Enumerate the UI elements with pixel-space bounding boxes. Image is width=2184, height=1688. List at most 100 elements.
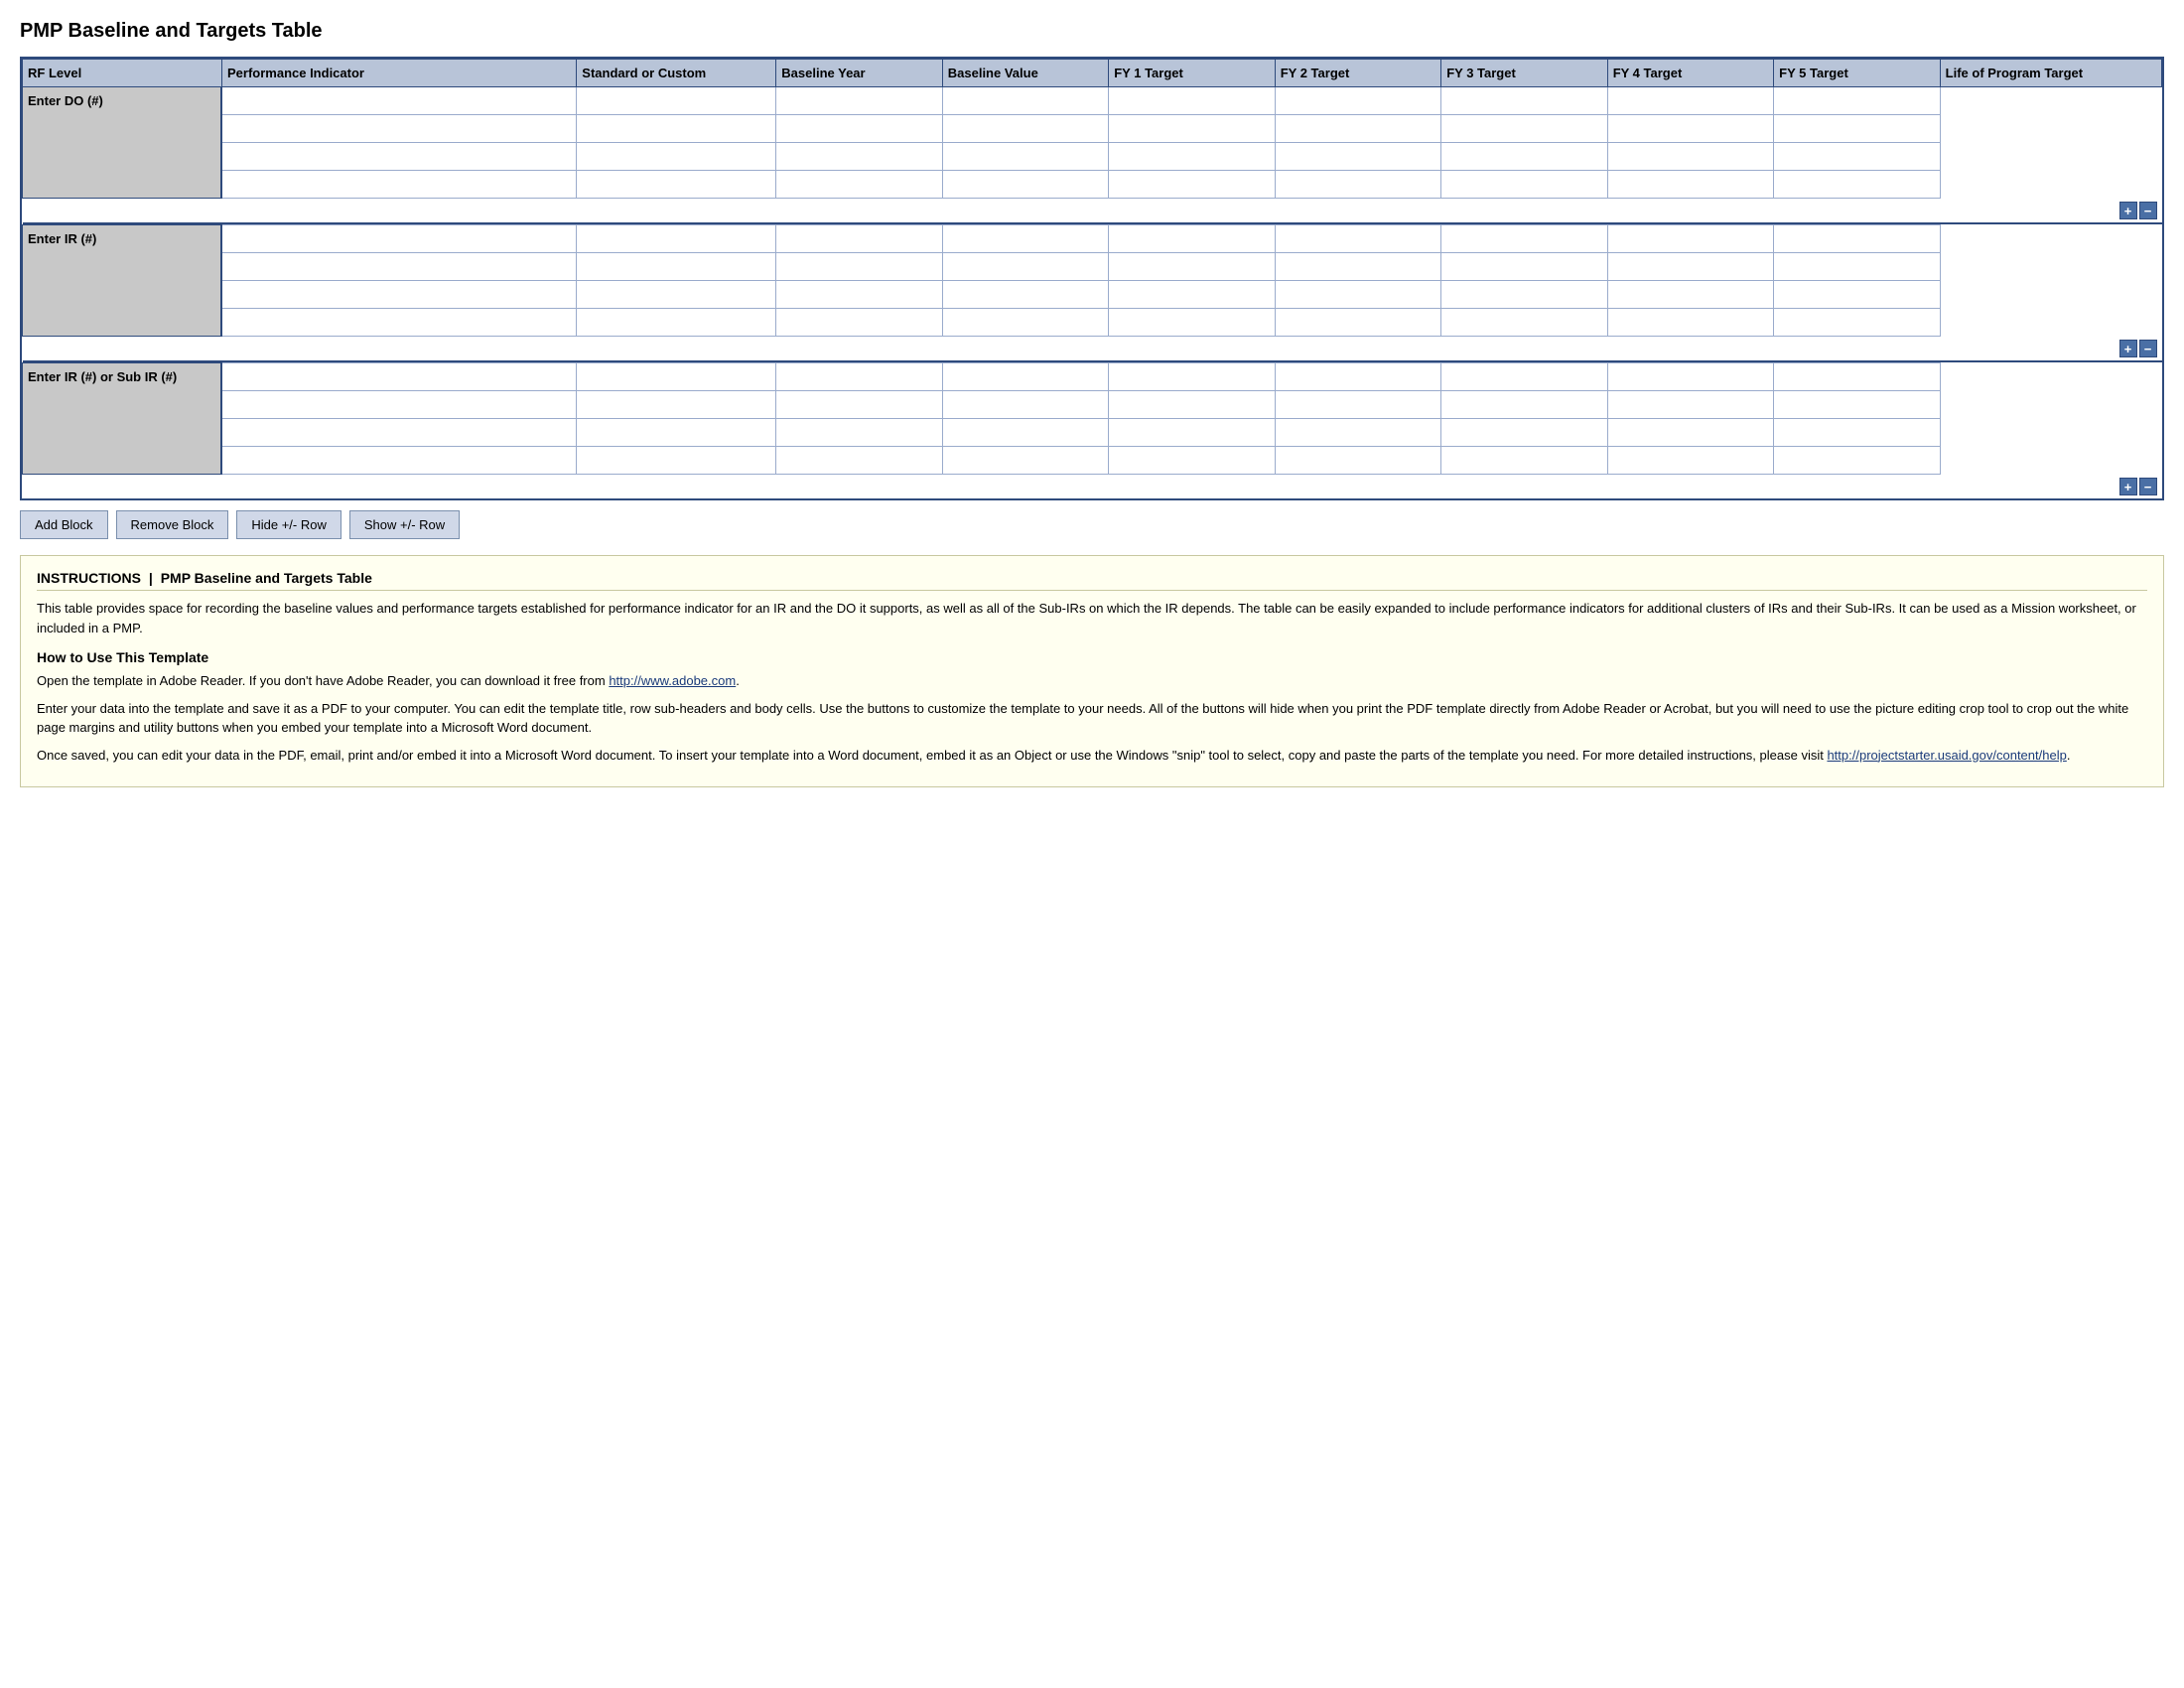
show-row-button[interactable]: Show +/- Row [349, 510, 460, 539]
data-cell-b0-r2-c7[interactable] [1607, 143, 1773, 171]
data-cell-b2-r1-c5[interactable] [1275, 391, 1440, 419]
data-cell-b2-r3-c6[interactable] [1441, 447, 1607, 475]
minus-btn-block-0[interactable]: − [2139, 202, 2157, 219]
data-cell-b2-r0-c6[interactable] [1441, 363, 1607, 391]
data-cell-b2-r1-c6[interactable] [1441, 391, 1607, 419]
minus-btn-block-2[interactable]: − [2139, 478, 2157, 495]
data-cell-b2-r3-c4[interactable] [1109, 447, 1275, 475]
data-cell-b1-r2-c4[interactable] [1109, 281, 1275, 309]
data-cell-b2-r0-c1[interactable] [577, 363, 776, 391]
data-cell-b2-r2-c0[interactable] [221, 419, 576, 447]
data-cell-b2-r1-c1[interactable] [577, 391, 776, 419]
data-cell-b2-r1-c0[interactable] [221, 391, 576, 419]
data-cell-b0-r2-c8[interactable] [1774, 143, 1940, 171]
data-cell-b1-r1-c2[interactable] [776, 253, 942, 281]
data-cell-b1-r1-c6[interactable] [1441, 253, 1607, 281]
data-cell-b2-r2-c7[interactable] [1607, 419, 1773, 447]
data-cell-b0-r3-c7[interactable] [1607, 171, 1773, 199]
data-cell-b0-r2-c3[interactable] [942, 143, 1108, 171]
add-block-button[interactable]: Add Block [20, 510, 108, 539]
data-cell-b2-r3-c1[interactable] [577, 447, 776, 475]
data-cell-b1-r0-c0[interactable] [221, 225, 576, 253]
data-cell-b0-r3-c4[interactable] [1109, 171, 1275, 199]
rf-level-cell-block-2[interactable]: Enter IR (#) or Sub IR (#) [23, 363, 222, 475]
data-cell-b1-r3-c7[interactable] [1607, 309, 1773, 337]
data-cell-b1-r3-c4[interactable] [1109, 309, 1275, 337]
data-cell-b2-r1-c3[interactable] [942, 391, 1108, 419]
data-cell-b2-r0-c5[interactable] [1275, 363, 1440, 391]
data-cell-b0-r1-c0[interactable] [221, 115, 576, 143]
data-cell-b1-r3-c1[interactable] [577, 309, 776, 337]
data-cell-b2-r1-c8[interactable] [1774, 391, 1940, 419]
data-cell-b0-r3-c8[interactable] [1774, 171, 1940, 199]
data-cell-b1-r1-c3[interactable] [942, 253, 1108, 281]
minus-btn-block-1[interactable]: − [2139, 340, 2157, 357]
data-cell-b1-r0-c8[interactable] [1774, 225, 1940, 253]
data-cell-b1-r1-c7[interactable] [1607, 253, 1773, 281]
data-cell-b0-r1-c3[interactable] [942, 115, 1108, 143]
data-cell-b1-r2-c5[interactable] [1275, 281, 1440, 309]
plus-btn-block-0[interactable]: + [2119, 202, 2137, 219]
data-cell-b2-r2-c6[interactable] [1441, 419, 1607, 447]
data-cell-b1-r0-c5[interactable] [1275, 225, 1440, 253]
data-cell-b2-r2-c5[interactable] [1275, 419, 1440, 447]
data-cell-b2-r0-c7[interactable] [1607, 363, 1773, 391]
data-cell-b1-r2-c6[interactable] [1441, 281, 1607, 309]
data-cell-b1-r3-c8[interactable] [1774, 309, 1940, 337]
data-cell-b2-r0-c2[interactable] [776, 363, 942, 391]
data-cell-b1-r3-c0[interactable] [221, 309, 576, 337]
data-cell-b0-r3-c5[interactable] [1275, 171, 1440, 199]
data-cell-b0-r2-c4[interactable] [1109, 143, 1275, 171]
data-cell-b2-r1-c4[interactable] [1109, 391, 1275, 419]
rf-level-cell-block-0[interactable]: Enter DO (#) [23, 87, 222, 199]
data-cell-b0-r0-c0[interactable] [221, 87, 576, 115]
data-cell-b1-r0-c1[interactable] [577, 225, 776, 253]
data-cell-b1-r2-c1[interactable] [577, 281, 776, 309]
data-cell-b2-r0-c3[interactable] [942, 363, 1108, 391]
data-cell-b0-r0-c8[interactable] [1774, 87, 1940, 115]
data-cell-b0-r3-c3[interactable] [942, 171, 1108, 199]
data-cell-b2-r0-c8[interactable] [1774, 363, 1940, 391]
data-cell-b1-r2-c7[interactable] [1607, 281, 1773, 309]
data-cell-b2-r2-c4[interactable] [1109, 419, 1275, 447]
data-cell-b2-r2-c8[interactable] [1774, 419, 1940, 447]
data-cell-b1-r0-c2[interactable] [776, 225, 942, 253]
remove-block-button[interactable]: Remove Block [116, 510, 229, 539]
hide-row-button[interactable]: Hide +/- Row [236, 510, 341, 539]
data-cell-b0-r1-c4[interactable] [1109, 115, 1275, 143]
data-cell-b2-r3-c3[interactable] [942, 447, 1108, 475]
data-cell-b2-r3-c0[interactable] [221, 447, 576, 475]
data-cell-b2-r1-c7[interactable] [1607, 391, 1773, 419]
data-cell-b0-r1-c2[interactable] [776, 115, 942, 143]
data-cell-b0-r1-c5[interactable] [1275, 115, 1440, 143]
data-cell-b0-r1-c7[interactable] [1607, 115, 1773, 143]
adobe-link[interactable]: http://www.adobe.com [609, 673, 736, 688]
usaid-help-link[interactable]: http://projectstarter.usaid.gov/content/… [1827, 748, 2066, 763]
data-cell-b1-r2-c8[interactable] [1774, 281, 1940, 309]
data-cell-b2-r3-c8[interactable] [1774, 447, 1940, 475]
data-cell-b0-r2-c2[interactable] [776, 143, 942, 171]
data-cell-b1-r1-c5[interactable] [1275, 253, 1440, 281]
data-cell-b2-r0-c4[interactable] [1109, 363, 1275, 391]
data-cell-b0-r2-c6[interactable] [1441, 143, 1607, 171]
data-cell-b2-r2-c1[interactable] [577, 419, 776, 447]
data-cell-b1-r0-c4[interactable] [1109, 225, 1275, 253]
data-cell-b1-r0-c6[interactable] [1441, 225, 1607, 253]
data-cell-b0-r2-c1[interactable] [577, 143, 776, 171]
data-cell-b2-r3-c5[interactable] [1275, 447, 1440, 475]
data-cell-b0-r1-c6[interactable] [1441, 115, 1607, 143]
rf-level-cell-block-1[interactable]: Enter IR (#) [23, 225, 222, 337]
data-cell-b0-r0-c2[interactable] [776, 87, 942, 115]
data-cell-b1-r3-c2[interactable] [776, 309, 942, 337]
data-cell-b0-r0-c1[interactable] [577, 87, 776, 115]
data-cell-b0-r0-c5[interactable] [1275, 87, 1440, 115]
data-cell-b0-r3-c1[interactable] [577, 171, 776, 199]
data-cell-b0-r1-c1[interactable] [577, 115, 776, 143]
data-cell-b1-r2-c3[interactable] [942, 281, 1108, 309]
data-cell-b1-r0-c3[interactable] [942, 225, 1108, 253]
data-cell-b0-r0-c4[interactable] [1109, 87, 1275, 115]
data-cell-b1-r3-c3[interactable] [942, 309, 1108, 337]
data-cell-b0-r3-c0[interactable] [221, 171, 576, 199]
data-cell-b1-r0-c7[interactable] [1607, 225, 1773, 253]
data-cell-b2-r3-c2[interactable] [776, 447, 942, 475]
